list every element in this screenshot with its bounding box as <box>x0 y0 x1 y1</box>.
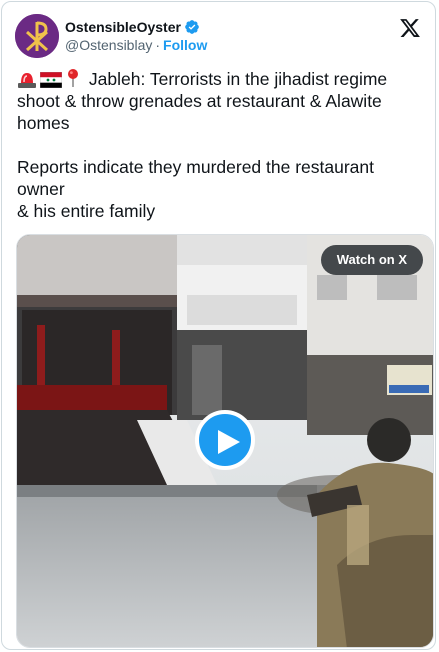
play-icon <box>218 430 240 454</box>
video-player[interactable]: Watch on X <box>16 234 434 648</box>
follow-button[interactable]: Follow <box>163 37 207 53</box>
name-line: OstensibleOyster <box>65 18 207 36</box>
tweet-line-3: & his entire family <box>17 201 156 221</box>
tweet-header: OstensibleOyster @Ostensiblay · Follow <box>15 14 421 60</box>
police-light-icon <box>18 73 36 88</box>
watch-on-x-button[interactable]: Watch on X <box>320 245 423 275</box>
verified-badge-icon <box>185 20 199 34</box>
tweet-line-2: Reports indicate they murdered the resta… <box>17 157 374 199</box>
handle[interactable]: @Ostensiblay <box>65 37 152 53</box>
display-name[interactable]: OstensibleOyster <box>65 18 181 36</box>
avatar[interactable] <box>15 14 59 58</box>
x-logo-icon[interactable] <box>399 17 421 39</box>
syria-flag-icon <box>40 72 62 88</box>
separator-dot: · <box>155 37 161 53</box>
round-pushpin-icon <box>68 69 78 87</box>
tweet-paragraph-1: Jableh: Terrorists in the jihadist regim… <box>17 68 415 134</box>
tweet-card: OstensibleOyster @Ostensiblay · Follow J… <box>1 1 436 650</box>
handle-line: @Ostensiblay · Follow <box>65 36 207 54</box>
tweet-text: Jableh: Terrorists in the jihadist regim… <box>17 68 415 222</box>
play-button[interactable] <box>195 410 255 470</box>
chi-rho-icon <box>15 14 59 58</box>
user-block: OstensibleOyster @Ostensiblay · Follow <box>65 18 207 54</box>
